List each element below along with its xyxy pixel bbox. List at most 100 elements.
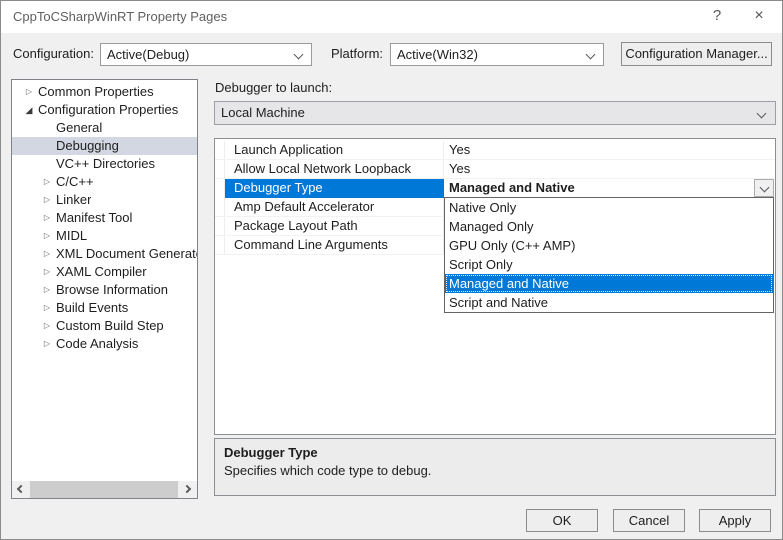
property-value[interactable]: Yes — [444, 141, 775, 159]
grid-row-launch-application[interactable]: Launch Application Yes — [215, 141, 775, 160]
tree-item-label: Custom Build Step — [56, 317, 164, 335]
sidebar-item-build-events[interactable]: ▷ Build Events — [12, 299, 197, 317]
row-indent — [215, 141, 225, 159]
tree-item-label: VC++ Directories — [56, 155, 155, 173]
ok-button[interactable]: OK — [526, 509, 598, 532]
chevron-right-icon[interactable]: ▷ — [38, 191, 56, 209]
tree-item-label: Linker — [56, 191, 91, 209]
sidebar-item-xml-document-generator[interactable]: ▷ XML Document Generator — [12, 245, 197, 263]
property-name: Amp Default Accelerator — [225, 198, 444, 216]
debugger-type-dropdown-button[interactable] — [754, 179, 774, 197]
chevron-left-icon — [17, 485, 25, 493]
sidebar-item-manifest-tool[interactable]: ▷ Manifest Tool — [12, 209, 197, 227]
chevron-right-icon[interactable]: ▷ — [38, 173, 56, 191]
chevron-right-icon[interactable]: ▷ — [38, 335, 56, 353]
help-icon: ? — [713, 7, 721, 24]
scroll-left-arrow[interactable] — [12, 481, 29, 498]
description-text: Specifies which code type to debug. — [224, 463, 766, 478]
description-title: Debugger Type — [224, 445, 766, 460]
chevron-right-icon[interactable]: ▷ — [38, 317, 56, 335]
sidebar-item-midl[interactable]: ▷ MIDL — [12, 227, 197, 245]
grid-row-debugger-type[interactable]: Debugger Type Managed and Native — [215, 179, 775, 198]
tree-item-label: C/C++ — [56, 173, 94, 191]
property-name: Package Layout Path — [225, 217, 444, 235]
sidebar-item-custom-build-step[interactable]: ▷ Custom Build Step — [12, 317, 197, 335]
horizontal-scrollbar[interactable] — [12, 481, 197, 498]
dropdown-option-managed-and-native[interactable]: Managed and Native — [445, 274, 773, 293]
tree-item-label: XML Document Generator — [56, 245, 197, 263]
row-indent — [215, 160, 225, 178]
chevron-down-icon — [586, 50, 596, 60]
description-panel: Debugger Type Specifies which code type … — [214, 438, 776, 496]
sidebar-item-code-analysis[interactable]: ▷ Code Analysis — [12, 335, 197, 353]
dropdown-option-script-only[interactable]: Script Only — [445, 255, 773, 274]
chevron-down-icon — [757, 109, 767, 119]
chevron-right-icon[interactable]: ▷ — [38, 227, 56, 245]
sidebar-item-xaml-compiler[interactable]: ▷ XAML Compiler — [12, 263, 197, 281]
tree-item-label: Debugging — [56, 137, 119, 155]
chevron-down-icon — [294, 50, 304, 60]
property-name: Launch Application — [225, 141, 444, 159]
chevron-right-icon[interactable]: ▷ — [38, 281, 56, 299]
property-name: Allow Local Network Loopback — [225, 160, 444, 178]
tree-item-label: General — [56, 119, 102, 137]
scroll-right-arrow[interactable] — [180, 481, 197, 498]
row-indent — [215, 198, 225, 216]
sidebar-item-common-properties[interactable]: ▷ Common Properties — [12, 83, 197, 101]
property-pages-dialog: CppToCSharpWinRT Property Pages ? × Conf… — [0, 0, 783, 540]
property-tree: ▷ Common Properties ◢ Configuration Prop… — [11, 79, 198, 499]
sidebar-item-vcpp-directories[interactable]: VC++ Directories — [12, 155, 197, 173]
configuration-label: Configuration: — [13, 42, 94, 66]
sidebar-item-general[interactable]: General — [12, 119, 197, 137]
apply-button[interactable]: Apply — [699, 509, 771, 532]
property-name: Debugger Type — [225, 179, 444, 198]
configuration-manager-button[interactable]: Configuration Manager... — [621, 42, 772, 66]
sidebar-item-browse-information[interactable]: ▷ Browse Information — [12, 281, 197, 299]
chevron-right-icon[interactable]: ▷ — [38, 299, 56, 317]
chevron-right-icon[interactable]: ▷ — [38, 245, 56, 263]
sidebar-item-configuration-properties[interactable]: ◢ Configuration Properties — [12, 101, 197, 119]
cancel-button[interactable]: Cancel — [613, 509, 685, 532]
dropdown-option-script-and-native[interactable]: Script and Native — [445, 293, 773, 312]
tree-item-label: Common Properties — [38, 83, 154, 101]
debugger-to-launch-select[interactable]: Local Machine — [214, 101, 776, 125]
sidebar-item-linker[interactable]: ▷ Linker — [12, 191, 197, 209]
platform-label: Platform: — [331, 42, 383, 66]
tree-item-label: Configuration Properties — [38, 101, 178, 119]
chevron-right-icon[interactable]: ▷ — [38, 263, 56, 281]
platform-select[interactable]: Active(Win32) — [390, 43, 604, 66]
configuration-select[interactable]: Active(Debug) — [100, 43, 312, 66]
tree-item-label: Code Analysis — [56, 335, 138, 353]
sidebar-item-debugging[interactable]: Debugging — [12, 137, 197, 155]
debugger-to-launch-label: Debugger to launch: — [215, 80, 332, 95]
close-icon: × — [754, 7, 763, 24]
window-title: CppToCSharpWinRT Property Pages — [13, 1, 227, 33]
close-button[interactable]: × — [738, 1, 780, 33]
dropdown-option-native-only[interactable]: Native Only — [445, 198, 773, 217]
sidebar-item-c-cpp[interactable]: ▷ C/C++ — [12, 173, 197, 191]
chevron-expanded-icon[interactable]: ◢ — [20, 101, 38, 119]
row-indent — [215, 236, 225, 254]
grid-row-allow-local-network-loopback[interactable]: Allow Local Network Loopback Yes — [215, 160, 775, 179]
chevron-right-icon[interactable]: ▷ — [20, 83, 38, 101]
chevron-right-icon — [183, 485, 191, 493]
configuration-value: Active(Debug) — [107, 47, 189, 62]
property-name: Command Line Arguments — [225, 236, 444, 254]
scrollbar-thumb[interactable] — [30, 481, 178, 498]
platform-value: Active(Win32) — [397, 47, 478, 62]
property-value[interactable]: Yes — [444, 160, 775, 178]
row-indent — [215, 217, 225, 235]
tree-item-label: MIDL — [56, 227, 87, 245]
tree-item-label: XAML Compiler — [56, 263, 147, 281]
property-value[interactable]: Managed and Native — [444, 179, 775, 198]
titlebar: CppToCSharpWinRT Property Pages ? × — [1, 1, 782, 33]
help-button[interactable]: ? — [696, 1, 738, 33]
row-indent — [215, 179, 225, 198]
tree-item-label: Manifest Tool — [56, 209, 132, 227]
chevron-right-icon[interactable]: ▷ — [38, 209, 56, 227]
dropdown-option-gpu-only[interactable]: GPU Only (C++ AMP) — [445, 236, 773, 255]
dropdown-option-managed-only[interactable]: Managed Only — [445, 217, 773, 236]
debugger-type-dropdown-list: Native Only Managed Only GPU Only (C++ A… — [444, 197, 774, 313]
debugger-type-value: Managed and Native — [449, 180, 575, 195]
tree-item-label: Build Events — [56, 299, 128, 317]
